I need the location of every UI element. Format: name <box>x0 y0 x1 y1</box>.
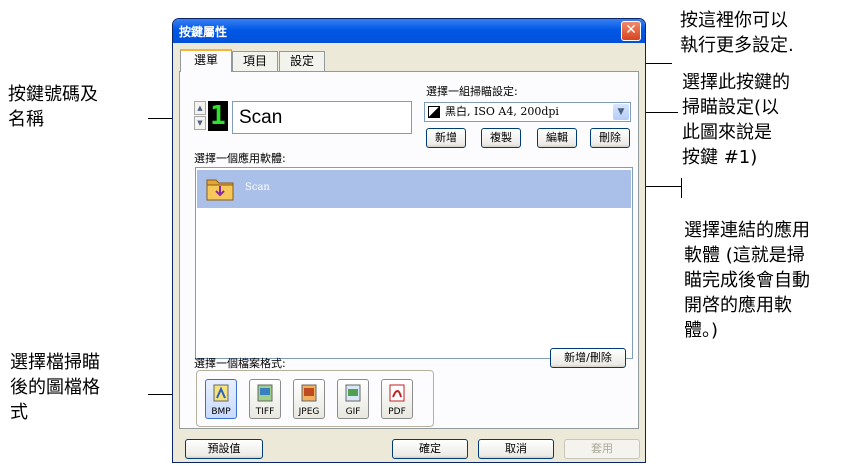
format-jpeg-button[interactable]: JPEG <box>293 379 325 419</box>
format-pdf-button[interactable]: PDF <box>381 379 413 419</box>
apply-button[interactable]: 套用 <box>564 439 640 459</box>
delete-setting-button[interactable]: 刪除 <box>590 128 630 148</box>
format-gif-label: GIF <box>345 407 361 417</box>
format-label: 選擇一個檔案格式: <box>194 357 286 370</box>
format-tiff-button[interactable]: TIFF <box>249 379 281 419</box>
tiff-icon <box>257 384 273 402</box>
tab-panel: ▲ ▼ 1 Scan 選擇一組掃瞄設定: 黑白, ISO A4, 200dpi … <box>179 71 639 429</box>
app-list: Scan <box>195 167 633 359</box>
defaults-button[interactable]: 預設值 <box>185 439 263 459</box>
bw-mode-icon <box>428 106 440 118</box>
button-number-display: 1 <box>208 101 228 131</box>
scan-setting-label: 選擇一組掃瞄設定: <box>426 85 518 98</box>
add-remove-format-button[interactable]: 新增/刪除 <box>550 348 626 368</box>
app-name: Scan <box>245 182 270 193</box>
bmp-icon <box>213 384 229 402</box>
app-label: 選擇一個應用軟體: <box>194 152 286 165</box>
tab-menu[interactable]: 選單 <box>180 49 232 72</box>
window-title: 按鍵屬性 <box>179 25 228 39</box>
chevron-down-icon[interactable]: ▼ <box>613 104 629 120</box>
format-pdf-label: PDF <box>388 407 406 417</box>
scan-setting-value: 黑白, ISO A4, 200dpi <box>445 105 559 118</box>
cancel-button[interactable]: 取消 <box>478 439 554 459</box>
format-bmp-button[interactable]: BMP <box>205 379 237 419</box>
tab-items[interactable]: 項目 <box>232 51 278 71</box>
callout-more-settings: 按這裡你可以 執行更多設定. <box>680 10 794 56</box>
spin-down-button[interactable]: ▼ <box>194 116 206 130</box>
copy-setting-button[interactable]: 複製 <box>481 128 521 148</box>
callout-linked-app: 選擇連結的應用 軟體 (這就是掃 瞄完成後會自動 開啓的應用軟 體。) <box>684 220 810 341</box>
format-bmp-label: BMP <box>211 407 231 417</box>
edit-setting-button[interactable]: 編輯 <box>537 128 577 148</box>
folder-icon <box>206 179 234 201</box>
gif-icon <box>345 384 361 402</box>
title-bar: 按鍵屬性 ✕ <box>173 19 645 43</box>
list-item[interactable]: Scan <box>197 170 631 208</box>
tab-settings[interactable]: 設定 <box>279 51 325 71</box>
jpeg-icon <box>301 384 317 402</box>
spin-up-button[interactable]: ▲ <box>194 101 206 115</box>
format-gif-button[interactable]: GIF <box>337 379 369 419</box>
callout-scan-setting: 選擇此按鍵的 掃瞄設定(以 此圖來說是 按鍵 #1) <box>682 72 790 168</box>
new-setting-button[interactable]: 新增 <box>426 128 466 148</box>
scan-setting-select[interactable]: 黑白, ISO A4, 200dpi ▼ <box>424 102 631 122</box>
format-jpeg-label: JPEG <box>298 407 320 417</box>
format-tiff-label: TIFF <box>255 407 275 417</box>
leader-line-linked-app-tick <box>681 178 682 198</box>
ok-button[interactable]: 確定 <box>392 439 468 459</box>
callout-file-format: 選擇檔掃瞄 後的圖檔格 式 <box>10 352 100 423</box>
callout-button-name: 按鍵號碼及 名稱 <box>8 84 98 130</box>
format-group: BMP TIFF JPEG GIF PDF <box>196 370 434 427</box>
close-button[interactable]: ✕ <box>621 21 641 41</box>
pdf-icon <box>389 384 405 402</box>
button-properties-dialog: 按鍵屬性 ✕ 選單 項目 設定 ▲ ▼ 1 Scan 選擇一組掃瞄設定: 黑白,… <box>172 18 646 463</box>
button-name-field[interactable]: Scan <box>232 101 412 134</box>
